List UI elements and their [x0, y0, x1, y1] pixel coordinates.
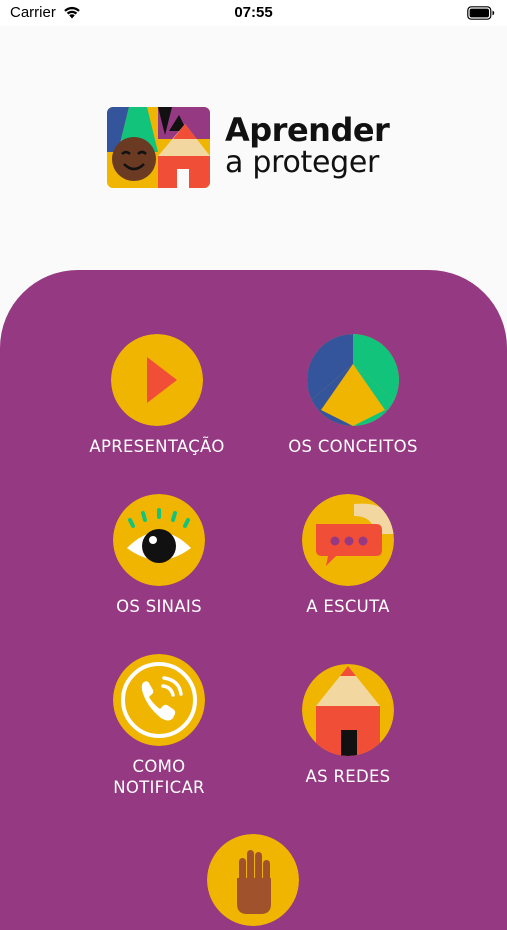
eye-icon [113, 494, 205, 586]
menu-item-escuta[interactable]: A ESCUTA [258, 494, 438, 617]
logo-text: Aprender a proteger [225, 111, 390, 180]
menu-item-extra[interactable] [163, 834, 343, 926]
menu-item-redes[interactable]: AS REDES [258, 664, 438, 787]
house-icon [302, 664, 394, 756]
menu-label-apresentacao: APRESENTAÇÃO [89, 437, 225, 456]
menu-label-conceitos: OS CONCEITOS [288, 437, 418, 456]
menu-label-notificar-line2: NOTIFICAR [113, 778, 205, 797]
conceitos-icon [307, 334, 399, 426]
menu-label-escuta: A ESCUTA [306, 597, 390, 616]
menu-item-sinais[interactable]: OS SINAIS [69, 494, 249, 617]
menu-item-conceitos[interactable]: OS CONCEITOS [263, 334, 443, 457]
status-time: 07:55 [234, 4, 273, 21]
chat-bubble-icon [302, 494, 394, 586]
menu-item-notificar[interactable]: COMO NOTIFICAR [69, 654, 249, 798]
app-logo: Aprender a proteger [107, 107, 397, 189]
status-bar: Carrier 07:55 [0, 0, 507, 26]
menu-label-notificar-line1: COMO [132, 757, 186, 776]
hand-icon [207, 834, 299, 926]
menu-item-apresentacao[interactable]: APRESENTAÇÃO [67, 334, 247, 457]
play-icon [111, 334, 203, 426]
menu-label-notificar: COMO NOTIFICAR [69, 756, 249, 798]
logo-title: Aprender [225, 111, 390, 149]
battery-icon [467, 6, 495, 24]
logo-mark-icon [107, 107, 210, 188]
logo-subtitle: a proteger [225, 145, 380, 180]
phone-icon [113, 654, 205, 746]
menu-label-sinais: OS SINAIS [116, 597, 202, 616]
menu-label-redes: AS REDES [305, 767, 391, 786]
